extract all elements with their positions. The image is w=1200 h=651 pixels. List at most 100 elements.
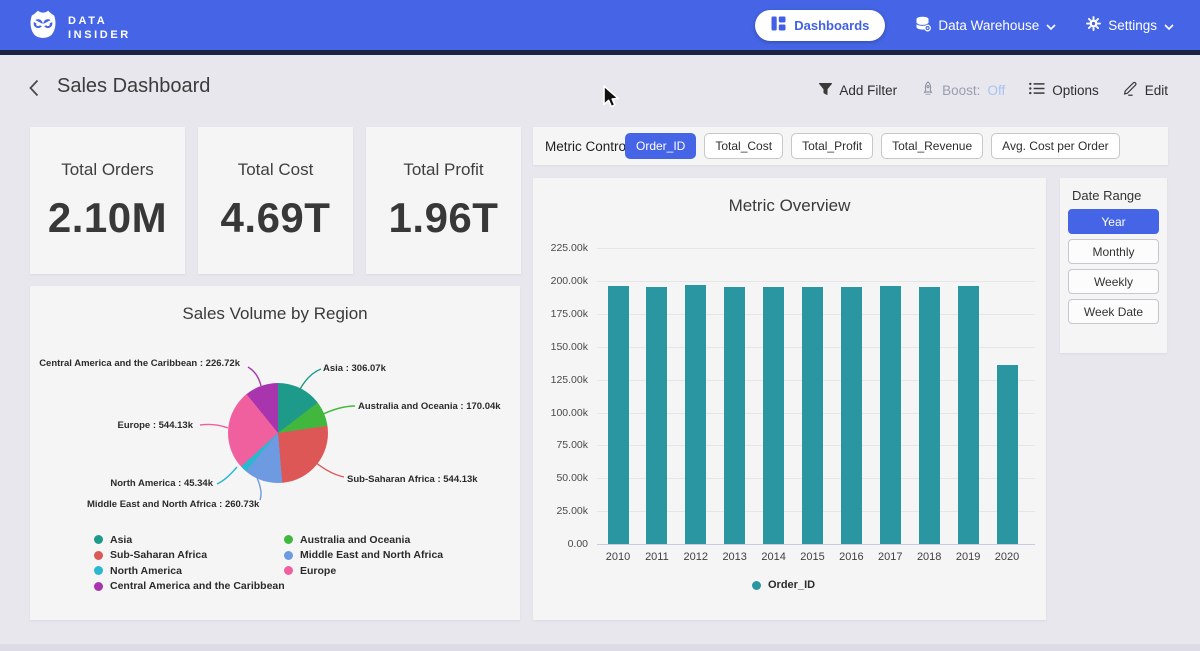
x-tick-label: 2010 xyxy=(598,551,638,563)
top-nav: DATA INSIDER Dashboards xyxy=(0,0,1200,55)
dashboards-button[interactable]: Dashboards xyxy=(755,10,885,41)
legend-label: Middle East and North Africa xyxy=(300,549,443,561)
bar xyxy=(919,287,940,544)
bar-chart-plot: 225.00k200.00k175.00k150.00k125.00k100.0… xyxy=(533,178,1046,620)
pie-callout-line xyxy=(217,467,237,484)
date-range-button[interactable]: Monthly xyxy=(1068,239,1159,264)
app-root: DATA INSIDER Dashboards xyxy=(0,0,1200,651)
pie-slice-label: Middle East and North Africa : 260.73k xyxy=(87,499,259,510)
brand[interactable]: DATA INSIDER xyxy=(28,9,131,46)
edit-button[interactable]: Edit xyxy=(1123,81,1168,99)
dashboard-header: Sales Dashboard Add Filter Boost: Off xyxy=(0,55,1200,119)
legend-label: Australia and Oceania xyxy=(300,534,410,546)
gear-icon xyxy=(1086,16,1101,34)
pie-slice-label: North America : 45.34k xyxy=(110,478,213,489)
x-tick-label: 2016 xyxy=(831,551,871,563)
legend-item[interactable]: North America xyxy=(94,565,285,576)
pie-slice-label: Sub-Saharan Africa : 544.13k xyxy=(347,474,478,485)
legend-item[interactable]: Middle East and North Africa xyxy=(284,550,443,561)
x-tick-label: 2020 xyxy=(987,551,1027,563)
pencil-icon xyxy=(1123,81,1138,99)
bar xyxy=(646,287,667,544)
metric-button[interactable]: Order_ID xyxy=(625,133,696,159)
bar xyxy=(841,287,862,545)
add-filter-button[interactable]: Add Filter xyxy=(819,83,897,98)
bar xyxy=(763,287,784,544)
legend-item[interactable]: Central America and the Caribbean xyxy=(94,581,285,592)
kpi-label: Total Orders xyxy=(61,160,154,180)
bar xyxy=(685,285,706,544)
footer-shade xyxy=(0,644,1200,651)
dashboard-grid-icon xyxy=(771,16,786,34)
settings-menu[interactable]: Settings xyxy=(1086,16,1174,34)
y-tick-label: 75.00k xyxy=(533,439,588,451)
legend-label: Sub-Saharan Africa xyxy=(110,549,207,561)
kpi-value: 4.69T xyxy=(221,194,331,242)
boost-toggle[interactable]: Boost: Off xyxy=(921,81,1005,99)
legend-label: Order_ID xyxy=(768,579,815,591)
legend-item[interactable]: Asia xyxy=(94,534,285,545)
legend-label: Asia xyxy=(110,534,132,546)
pie-callout-line xyxy=(200,424,228,428)
pie-callout-line xyxy=(315,462,344,477)
back-button[interactable] xyxy=(28,79,42,97)
y-tick-label: 100.00k xyxy=(533,407,588,419)
pie-callout-line xyxy=(321,406,355,415)
gridline xyxy=(597,248,1035,249)
list-icon xyxy=(1029,82,1045,98)
x-tick-label: 2011 xyxy=(637,551,677,563)
pie-slice-label: Central America and the Caribbean : 226.… xyxy=(39,358,240,369)
date-range-button[interactable]: Year xyxy=(1068,209,1159,234)
legend-item[interactable]: Australia and Oceania xyxy=(284,534,443,545)
date-range-button[interactable]: Weekly xyxy=(1068,269,1159,294)
legend-dot xyxy=(94,582,103,591)
pie-slice-label: Australia and Oceania : 170.04k xyxy=(358,401,501,412)
bar-chart-legend-item[interactable]: Order_ID xyxy=(752,579,815,591)
kpi-card: Total Profit1.96T xyxy=(366,127,521,274)
gridline xyxy=(597,281,1035,282)
y-tick-label: 50.00k xyxy=(533,472,588,484)
legend-dot xyxy=(94,535,103,544)
data-warehouse-menu[interactable]: Data Warehouse xyxy=(915,16,1056,35)
x-tick-label: 2018 xyxy=(909,551,949,563)
y-tick-label: 200.00k xyxy=(533,275,588,287)
data-warehouse-label: Data Warehouse xyxy=(938,18,1039,33)
chevron-down-icon xyxy=(1164,18,1174,33)
database-icon xyxy=(915,16,931,35)
y-tick-label: 150.00k xyxy=(533,341,588,353)
bar-chart-card: Metric Overview 225.00k200.00k175.00k150… xyxy=(533,178,1046,620)
pie-callout-line xyxy=(257,478,261,500)
x-tick-label: 2017 xyxy=(870,551,910,563)
bar xyxy=(958,286,979,544)
y-tick-label: 125.00k xyxy=(533,374,588,386)
pie-slice-label: Asia : 306.07k xyxy=(323,363,386,374)
rocket-icon xyxy=(921,81,935,99)
metric-button[interactable]: Total_Profit xyxy=(791,133,873,159)
options-button[interactable]: Options xyxy=(1029,82,1099,98)
kpi-value: 2.10M xyxy=(48,194,167,242)
x-tick-label: 2015 xyxy=(793,551,833,563)
bar xyxy=(880,286,901,545)
gridline xyxy=(597,544,1035,545)
legend-dot xyxy=(752,581,761,590)
legend-item[interactable]: Sub-Saharan Africa xyxy=(94,550,285,561)
legend-dot xyxy=(94,551,103,560)
legend-dot xyxy=(94,566,103,575)
legend-label: Central America and the Caribbean xyxy=(110,580,285,592)
x-tick-label: 2014 xyxy=(754,551,794,563)
date-range-card: Date Range Year Monthly Weekly Week Date xyxy=(1060,178,1167,353)
boost-state: Off xyxy=(987,83,1005,98)
metric-button[interactable]: Avg. Cost per Order xyxy=(991,133,1120,159)
legend-item[interactable]: Europe xyxy=(284,565,443,576)
settings-label: Settings xyxy=(1108,18,1157,33)
x-tick-label: 2019 xyxy=(948,551,988,563)
pie-chart[interactable] xyxy=(228,383,328,483)
date-range-button[interactable]: Week Date xyxy=(1068,299,1159,324)
owl-icon xyxy=(28,9,58,46)
y-tick-label: 175.00k xyxy=(533,308,588,320)
funnel-icon xyxy=(819,83,832,98)
metric-button[interactable]: Total_Revenue xyxy=(881,133,983,159)
date-range-title: Date Range xyxy=(1072,188,1141,203)
metric-button[interactable]: Total_Cost xyxy=(704,133,783,159)
legend-label: North America xyxy=(110,565,182,577)
